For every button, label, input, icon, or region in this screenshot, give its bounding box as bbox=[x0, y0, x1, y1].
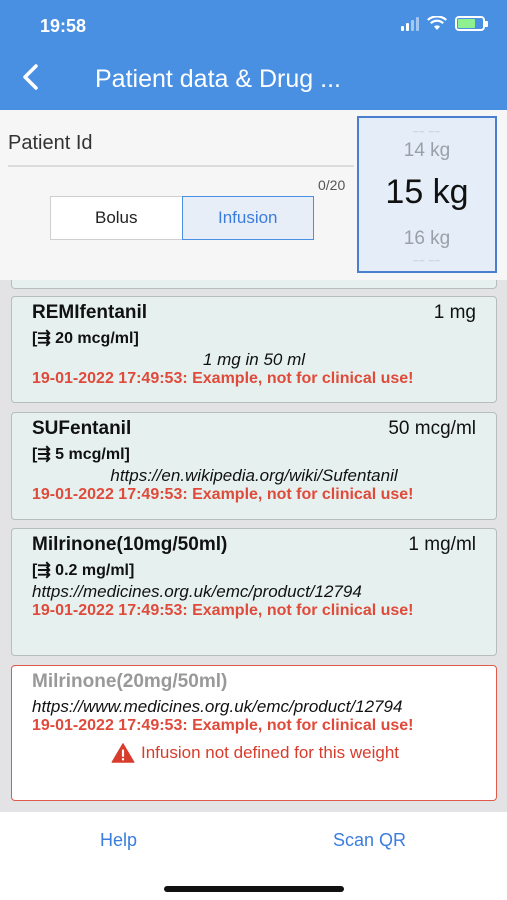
drug-concentration: [⇶ 20 mcg/ml] bbox=[32, 330, 139, 347]
patient-id-counter: 0/20 bbox=[318, 177, 346, 193]
page-title: Patient data & Drug ... bbox=[95, 65, 341, 93]
weight-option-above[interactable]: 14 kg bbox=[359, 140, 495, 162]
drug-card[interactable]: Milrinone(10mg/50ml) 1 mg/ml [⇶ 0.2 mg/m… bbox=[11, 528, 497, 656]
weight-option-selected[interactable]: 15 kg bbox=[359, 173, 495, 212]
drug-warning: 19-01-2022 17:49:53: Example, not for cl… bbox=[32, 602, 414, 619]
drug-name: Milrinone(10mg/50ml) bbox=[32, 534, 228, 555]
patient-id-underline bbox=[8, 165, 354, 167]
drug-card[interactable]: SUFentanil 50 mcg/ml [⇶ 5 mcg/ml] https:… bbox=[11, 412, 497, 520]
drug-card-unavailable[interactable]: Milrinone(20mg/50ml) https://www.medicin… bbox=[11, 665, 497, 801]
weight-option-faint: –– –– bbox=[413, 126, 441, 136]
help-button[interactable]: Help bbox=[100, 830, 137, 851]
back-button[interactable] bbox=[18, 60, 42, 103]
drug-warning: 19-01-2022 17:49:53: Example, not for cl… bbox=[32, 717, 414, 734]
drug-info: https://medicines.org.uk/emc/product/127… bbox=[32, 582, 362, 601]
drug-concentration: [⇶ 5 mcg/ml] bbox=[32, 446, 130, 463]
chevron-left-icon bbox=[23, 64, 38, 90]
weight-picker[interactable]: –– –– 14 kg 15 kg 16 kg –– –– bbox=[357, 116, 497, 273]
infusion-tab[interactable]: Infusion bbox=[181, 196, 314, 240]
patient-id-field[interactable]: Patient Id bbox=[8, 132, 93, 155]
drug-info: https://www.medicines.org.uk/emc/product… bbox=[32, 697, 403, 716]
drug-warning: 19-01-2022 17:49:53: Example, not for cl… bbox=[32, 486, 414, 503]
drug-info: 1 mg in 50 ml bbox=[202, 350, 306, 369]
drug-info: https://en.wikipedia.org/wiki/Sufentanil bbox=[110, 466, 398, 485]
drug-card[interactable]: REMIfentanil 1 mg [⇶ 20 mcg/ml] 1 mg in … bbox=[11, 296, 497, 403]
drug-dose: 50 mcg/ml bbox=[388, 418, 476, 439]
weight-option-below[interactable]: 16 kg bbox=[359, 228, 495, 250]
drug-name: REMIfentanil bbox=[32, 302, 148, 323]
drug-name: Milrinone(20mg/50ml) bbox=[32, 671, 228, 692]
bolus-tab[interactable]: Bolus bbox=[50, 196, 182, 240]
app-header: 19:58 Patient data & Drug ... bbox=[0, 0, 507, 110]
drug-list[interactable]: REMIfentanil 1 mg [⇶ 20 mcg/ml] 1 mg in … bbox=[0, 280, 507, 812]
battery-icon bbox=[455, 16, 488, 31]
list-item-partial bbox=[11, 280, 497, 289]
wifi-icon bbox=[427, 16, 447, 30]
weight-option-faint: –– –– bbox=[413, 255, 441, 265]
nav-bar: Patient data & Drug ... bbox=[0, 50, 507, 110]
drug-warning: 19-01-2022 17:49:53: Example, not for cl… bbox=[32, 370, 414, 387]
status-time: 19:58 bbox=[40, 16, 87, 36]
drug-dose: 1 mg/ml bbox=[408, 534, 476, 555]
home-indicator[interactable] bbox=[164, 886, 344, 892]
status-icons bbox=[401, 16, 488, 31]
mode-segmented-control: Bolus Infusion bbox=[50, 196, 314, 240]
drug-concentration: [⇶ 0.2 mg/ml] bbox=[32, 562, 135, 579]
cellular-signal-icon bbox=[401, 16, 419, 31]
scan-qr-button[interactable]: Scan QR bbox=[333, 830, 406, 851]
warning-triangle-icon bbox=[111, 743, 135, 763]
drug-error: Infusion not defined for this weight bbox=[32, 743, 476, 763]
bottom-bar: Help Scan QR bbox=[0, 812, 507, 900]
drug-dose: 1 mg bbox=[433, 302, 476, 323]
status-bar: 19:58 bbox=[0, 0, 507, 50]
drug-name: SUFentanil bbox=[32, 418, 132, 439]
drug-error-text: Infusion not defined for this weight bbox=[141, 743, 399, 762]
